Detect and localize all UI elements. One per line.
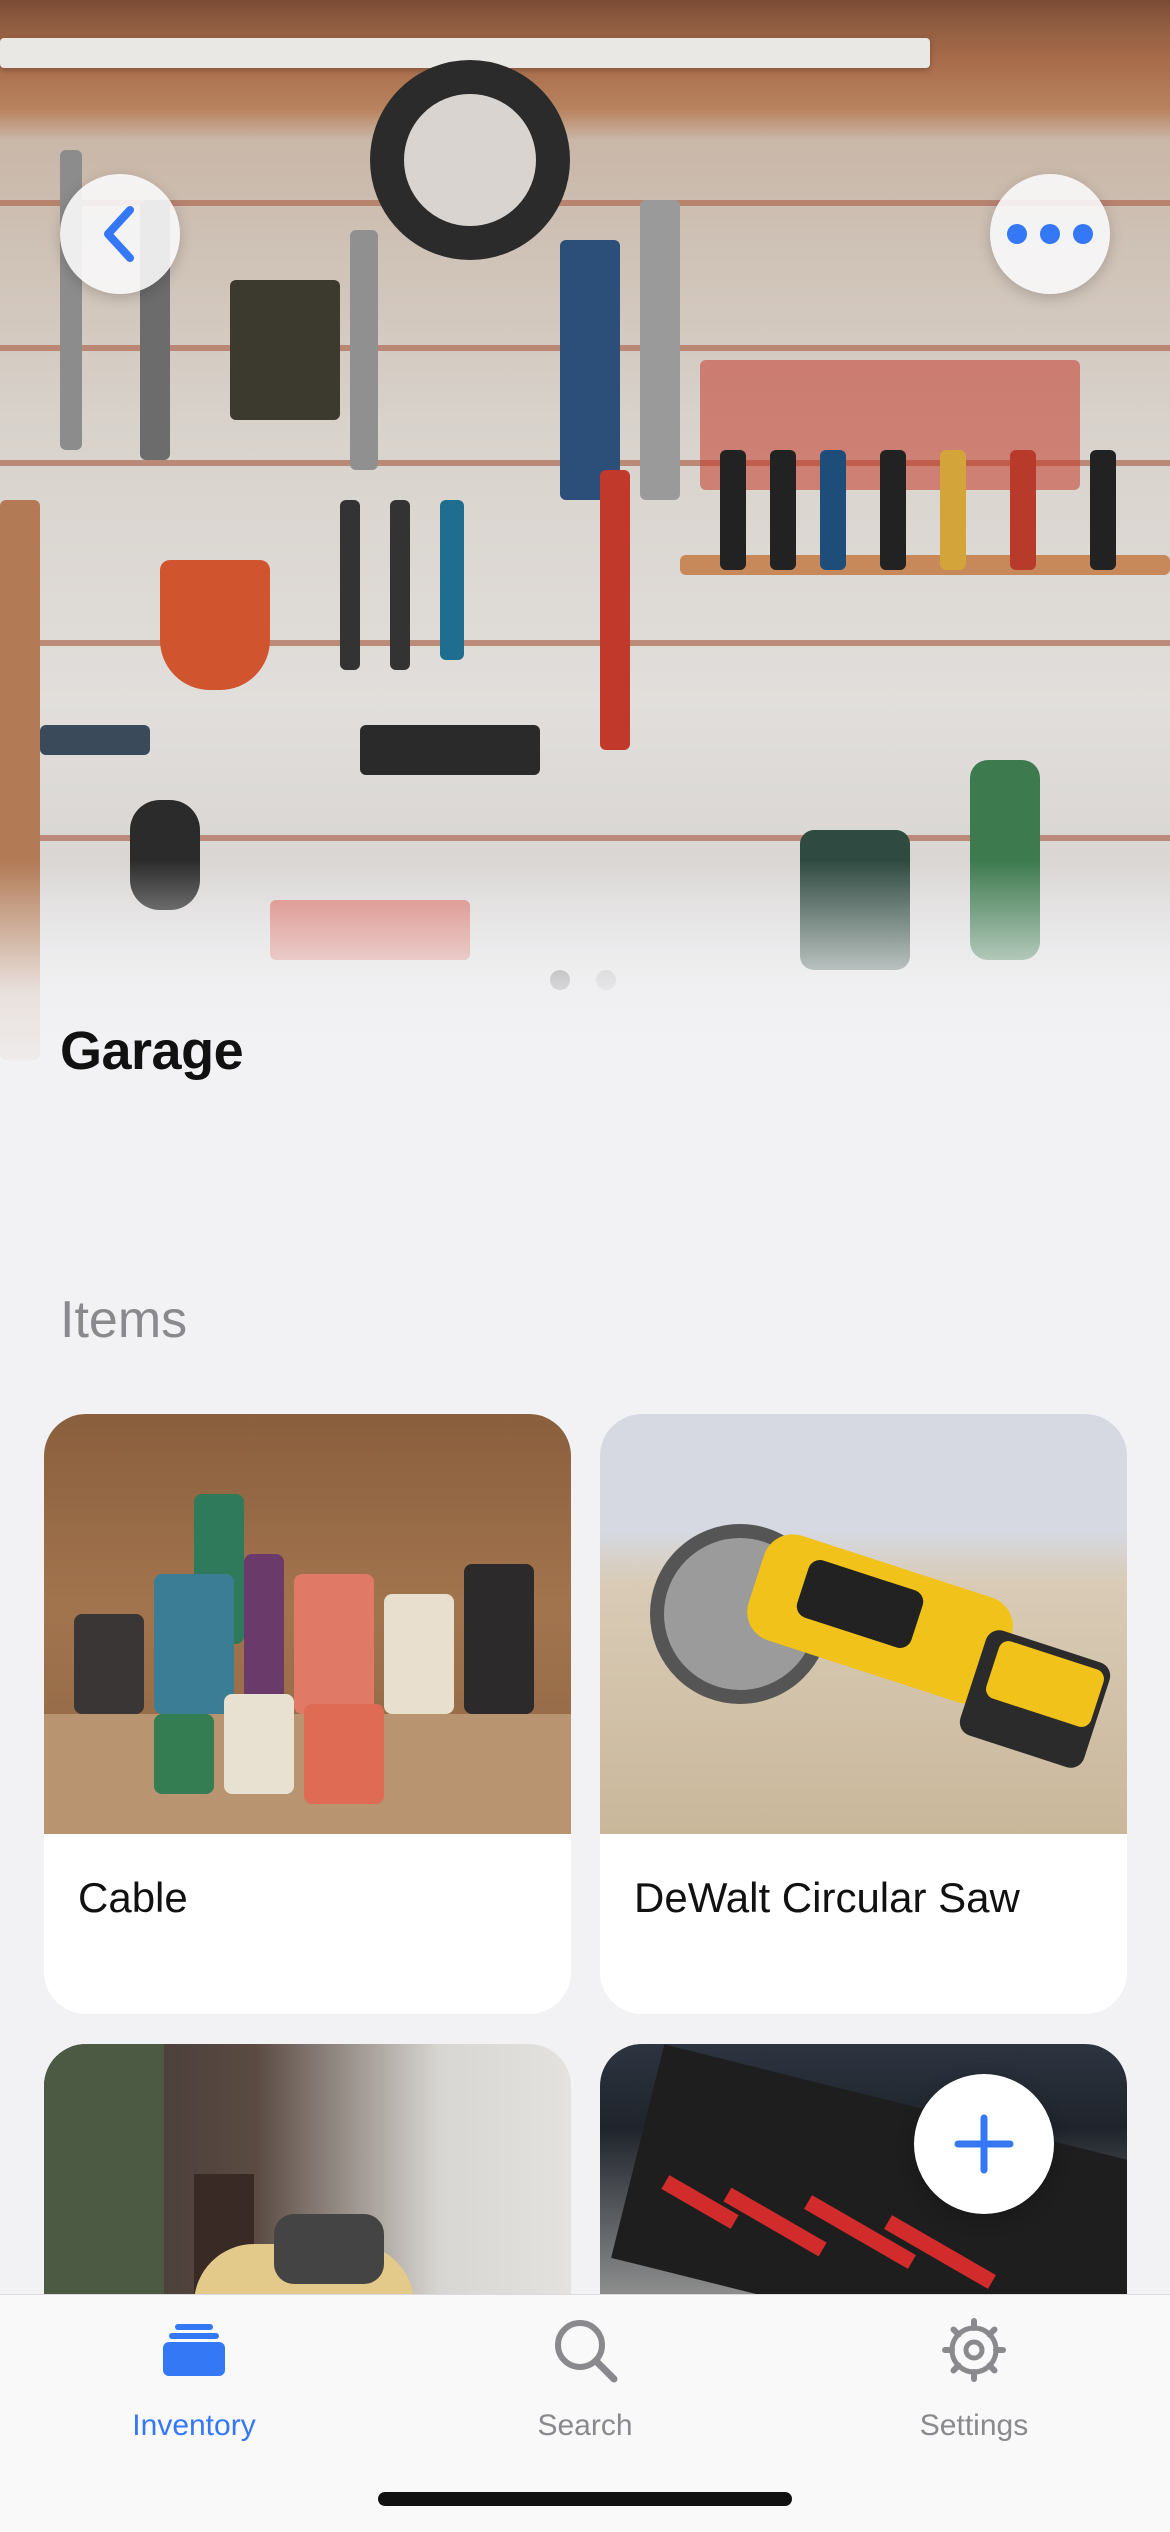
tab-search[interactable]: Search xyxy=(435,2295,735,2455)
magnet-bar-shape xyxy=(360,725,540,775)
more-options-button[interactable] xyxy=(990,174,1110,294)
screwdriver-shape xyxy=(880,450,906,570)
back-button[interactable] xyxy=(60,174,180,294)
screwdriver-shape xyxy=(1010,450,1036,570)
drill-shape xyxy=(230,280,340,420)
wrench-shape xyxy=(640,200,680,500)
tool-shape xyxy=(350,230,378,470)
circular-saw-photo xyxy=(600,1414,1127,1834)
add-item-button[interactable] xyxy=(914,2074,1054,2214)
screwdriver-shape xyxy=(940,450,966,570)
screwdriver-shape xyxy=(770,450,796,570)
pliers-shape xyxy=(600,470,630,750)
screwdriver-shape xyxy=(720,450,746,570)
tab-label: Settings xyxy=(919,2409,1029,2442)
cable-spools-photo xyxy=(44,1414,571,1834)
tab-inventory[interactable]: Inventory xyxy=(44,2295,344,2455)
clamp-shape xyxy=(560,240,620,500)
screwdriver-shape xyxy=(820,450,846,570)
tray-stack-icon xyxy=(154,2313,234,2387)
plus-icon xyxy=(954,2114,1014,2174)
location-title: Garage xyxy=(60,1021,244,1081)
tool-shape xyxy=(40,725,150,755)
ellipsis-icon xyxy=(1007,224,1093,244)
item-card-dewalt-circular-saw[interactable]: DeWalt Circular Saw xyxy=(600,1414,1127,2014)
tool-shape xyxy=(340,500,360,670)
item-card-cable[interactable]: Cable xyxy=(44,1414,571,2014)
item-name: Cable xyxy=(78,1874,188,1921)
home-indicator xyxy=(378,2492,792,2506)
screwdriver-shape xyxy=(1090,450,1116,570)
tab-label: Inventory xyxy=(132,2409,256,2442)
items-section-title: Items xyxy=(60,1291,188,1349)
tool-shape xyxy=(440,500,464,660)
location-hero-image xyxy=(0,0,1170,1100)
magnifier-icon xyxy=(545,2313,625,2387)
gear-icon xyxy=(934,2313,1014,2387)
item-name: DeWalt Circular Saw xyxy=(634,1874,1020,1921)
wall-rail xyxy=(0,200,1170,206)
tab-label: Search xyxy=(537,2409,633,2442)
tool-pouch-shape xyxy=(160,560,270,690)
tab-settings[interactable]: Settings xyxy=(824,2295,1124,2455)
location-detail-screen: Garage Items Cable DeWalt Circular Saw I… xyxy=(0,0,1170,2532)
tire-shape xyxy=(370,60,570,260)
chevron-left-icon xyxy=(104,206,134,262)
tool-shape xyxy=(390,500,410,670)
